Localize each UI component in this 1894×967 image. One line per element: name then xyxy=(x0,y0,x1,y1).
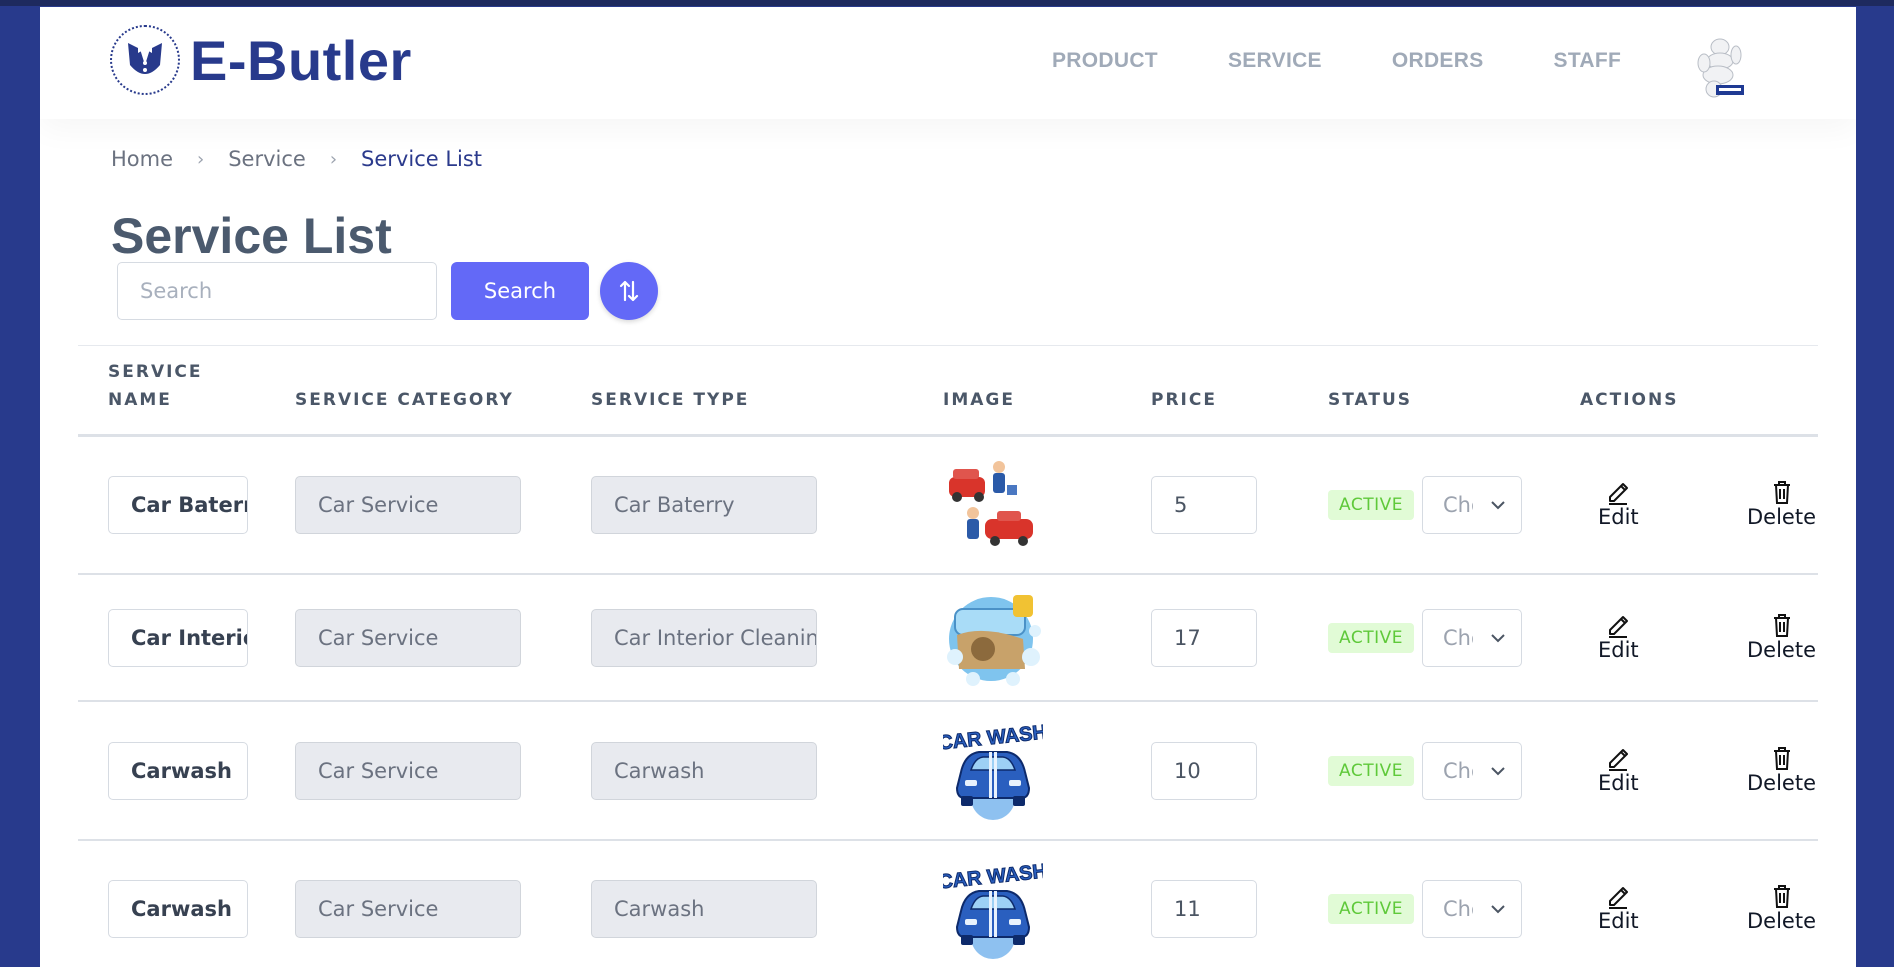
trash-icon xyxy=(1771,879,1793,909)
breadcrumb: Home › Service › Service List xyxy=(111,147,482,171)
table-row: Car Baterry Car Service Car Baterry xyxy=(78,437,1818,575)
car-wash-logo-image: CAR WASH xyxy=(937,721,1048,822)
trash-icon xyxy=(1771,741,1793,771)
edit-button[interactable]: Edit xyxy=(1598,608,1639,662)
brand-logo[interactable]: E-Butler xyxy=(110,25,412,95)
page-title: Service List xyxy=(111,208,392,264)
table-header: SERVICE NAME SERVICE CATEGORY SERVICE TY… xyxy=(78,346,1818,437)
delete-button[interactable]: Delete xyxy=(1747,608,1816,662)
chevron-down-icon xyxy=(1491,905,1505,914)
edit-button[interactable]: Edit xyxy=(1598,879,1639,933)
price-field[interactable]: 11 xyxy=(1151,880,1257,938)
edit-button[interactable]: Edit xyxy=(1598,741,1639,795)
car-wash-logo-image: CAR WASH xyxy=(937,860,1048,961)
header-price: PRICE xyxy=(1151,390,1217,410)
pencil-icon xyxy=(1606,475,1630,505)
service-name-field[interactable]: Carwash xyxy=(108,880,248,938)
chevron-down-icon xyxy=(1491,767,1505,776)
service-type-field: Car Baterry xyxy=(591,476,817,534)
car-battery-service-image xyxy=(943,455,1043,555)
status-select[interactable]: Choose xyxy=(1422,742,1522,800)
trash-icon xyxy=(1771,608,1793,638)
search-input[interactable] xyxy=(117,262,437,320)
service-type-field: Carwash xyxy=(591,742,817,800)
status-select[interactable]: Choose xyxy=(1422,476,1522,534)
chevron-down-icon xyxy=(1491,501,1505,510)
trash-icon xyxy=(1771,475,1793,505)
chevron-right-icon: › xyxy=(197,148,205,170)
delete-button[interactable]: Delete xyxy=(1747,741,1816,795)
brand-name: E-Butler xyxy=(190,28,412,92)
breadcrumb-service[interactable]: Service xyxy=(228,147,306,171)
chevron-right-icon: › xyxy=(329,148,338,170)
pencil-icon xyxy=(1606,608,1630,638)
nav-item-staff[interactable]: STAFF xyxy=(1554,49,1622,73)
status-badge: ACTIVE xyxy=(1328,623,1414,653)
delete-button[interactable]: Delete xyxy=(1747,879,1816,933)
service-table: SERVICE NAME SERVICE CATEGORY SERVICE TY… xyxy=(78,345,1818,967)
service-category-field: Car Service xyxy=(295,742,521,800)
pencil-icon xyxy=(1606,741,1630,771)
status-badge: ACTIVE xyxy=(1328,894,1414,924)
car-interior-cleaning-image xyxy=(943,587,1043,687)
edit-button[interactable]: Edit xyxy=(1598,475,1639,529)
navbar: E-Butler PRODUCT SERVICE ORDERS STAFF xyxy=(40,7,1856,119)
header-service-category: SERVICE CATEGORY xyxy=(295,390,514,410)
app-page: E-Butler PRODUCT SERVICE ORDERS STAFF Ho… xyxy=(40,7,1856,967)
sort-button[interactable] xyxy=(600,262,658,320)
table-row: Car Interior Cleaning Car Service Car In… xyxy=(78,575,1818,702)
service-name-field[interactable]: Car Interior Cleaning xyxy=(108,609,248,667)
nav-item-orders[interactable]: ORDERS xyxy=(1392,49,1484,73)
service-name-field[interactable]: Carwash xyxy=(108,742,248,800)
nav-menu: PRODUCT SERVICE ORDERS STAFF xyxy=(1052,49,1691,73)
price-field[interactable]: 17 xyxy=(1151,609,1257,667)
price-field[interactable]: 5 xyxy=(1151,476,1257,534)
price-field[interactable]: 10 xyxy=(1151,742,1257,800)
header-actions: ACTIONS xyxy=(1580,390,1679,410)
header-image: IMAGE xyxy=(943,390,1015,410)
service-type-field: Carwash xyxy=(591,880,817,938)
status-select[interactable]: Choose xyxy=(1422,880,1522,938)
breadcrumb-current: Service List xyxy=(361,147,483,171)
search-button[interactable]: Search xyxy=(451,262,589,320)
nav-item-service[interactable]: SERVICE xyxy=(1228,49,1322,73)
service-name-field[interactable]: Car Baterry xyxy=(108,476,248,534)
status-select[interactable]: Choose xyxy=(1422,609,1522,667)
service-category-field: Car Service xyxy=(295,609,521,667)
nav-item-product[interactable]: PRODUCT xyxy=(1052,49,1158,73)
table-row: Carwash Car Service Carwash CAR WASH 10 … xyxy=(78,702,1818,841)
butler-tuxedo-icon xyxy=(110,25,180,95)
sort-arrows-icon xyxy=(619,280,639,302)
svg-text:CAR WASH: CAR WASH xyxy=(943,722,1043,755)
window-top-border xyxy=(0,0,1894,6)
service-type-field: Car Interior Cleaning xyxy=(591,609,817,667)
breadcrumb-home[interactable]: Home xyxy=(111,147,173,171)
service-category-field: Car Service xyxy=(295,880,521,938)
header-service-type: SERVICE TYPE xyxy=(591,390,750,410)
user-avatar[interactable] xyxy=(1688,33,1752,103)
header-service-name: SERVICE NAME xyxy=(108,362,203,410)
header-status: STATUS xyxy=(1328,390,1413,410)
pencil-icon xyxy=(1606,879,1630,909)
table-row: Carwash Car Service Carwash CAR WASH 11 … xyxy=(78,841,1818,967)
delete-button[interactable]: Delete xyxy=(1747,475,1816,529)
status-badge: ACTIVE xyxy=(1328,490,1414,520)
status-badge: ACTIVE xyxy=(1328,756,1414,786)
service-category-field: Car Service xyxy=(295,476,521,534)
chevron-down-icon xyxy=(1491,634,1505,643)
svg-text:CAR WASH: CAR WASH xyxy=(943,861,1043,894)
